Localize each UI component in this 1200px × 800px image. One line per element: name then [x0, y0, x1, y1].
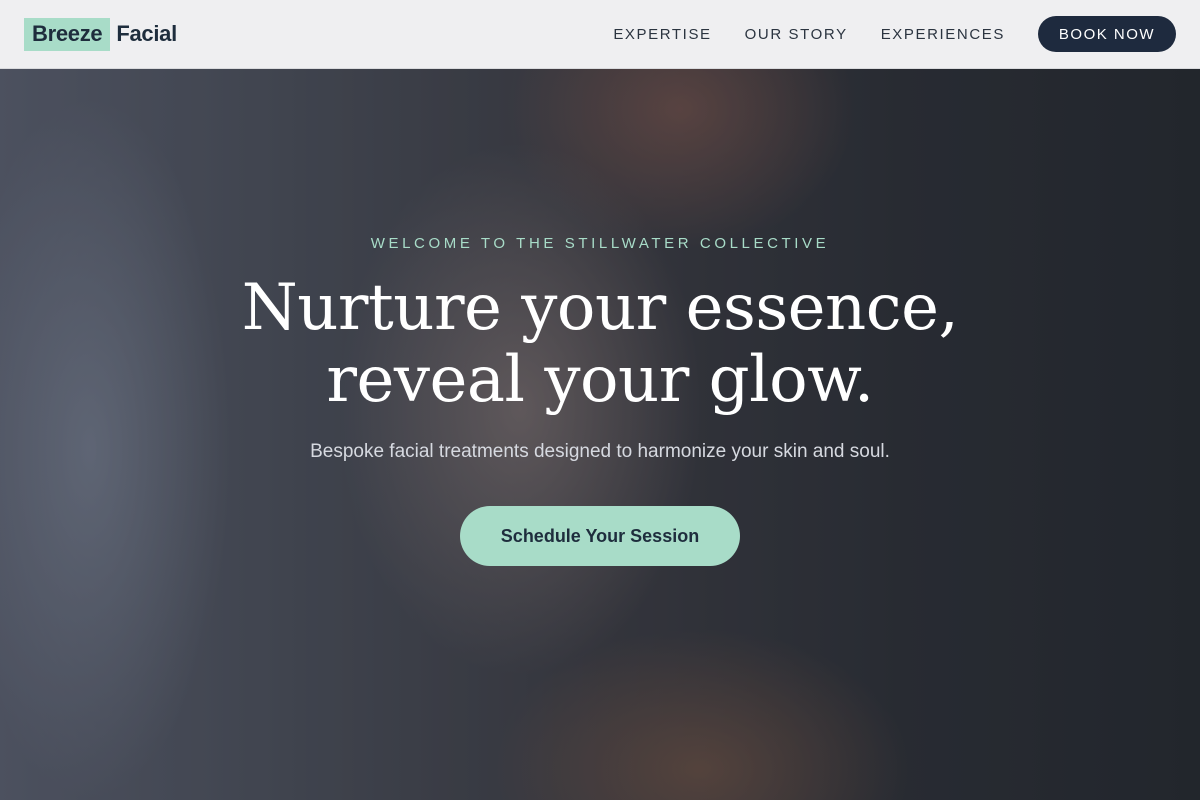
hero-background-image	[0, 69, 1200, 800]
schedule-session-button[interactable]: Schedule Your Session	[460, 506, 740, 566]
logo-highlight: Breeze	[24, 17, 111, 51]
hero-headline-line-2: reveal your glow.	[326, 343, 874, 417]
hero-eyebrow: WELCOME TO THE STILLWATER COLLECTIVE	[370, 235, 830, 252]
logo-text: Facial	[116, 21, 177, 46]
site-header: Breeze Facial EXPERTISE OUR STORY EXPERI…	[0, 0, 1200, 69]
main-nav: EXPERTISE OUR STORY EXPERIENCES BOOK NOW	[613, 16, 1176, 52]
hero-headline-line-1: Nurture your essence,	[241, 271, 959, 345]
nav-link-our-story[interactable]: OUR STORY	[745, 26, 848, 43]
hero-section: WELCOME TO THE STILLWATER COLLECTIVE Nur…	[0, 69, 1200, 800]
hero-headline: Nurture your essence, reveal your glow.	[0, 272, 1200, 416]
nav-link-expertise[interactable]: EXPERTISE	[613, 26, 711, 43]
hero-subheading: Bespoke facial treatments designed to ha…	[310, 441, 890, 462]
book-now-button[interactable]: BOOK NOW	[1038, 16, 1176, 52]
logo[interactable]: Breeze Facial	[24, 17, 177, 51]
nav-link-experiences[interactable]: EXPERIENCES	[881, 26, 1005, 43]
